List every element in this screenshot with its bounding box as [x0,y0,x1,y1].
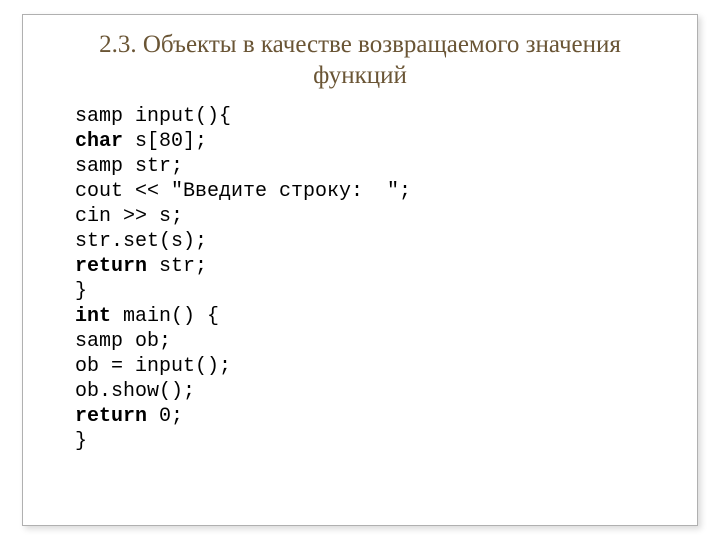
code-text: samp str; [75,155,183,178]
code-keyword: int [75,305,111,328]
code-text: } [75,430,87,453]
code-line: return 0; [75,404,667,429]
code-text: ob.show(); [75,380,195,403]
code-text: str.set(s); [75,230,207,253]
code-line: char s[80]; [75,129,667,154]
code-text: s[80]; [123,130,207,153]
code-text: main() { [111,305,219,328]
code-line: ob = input(); [75,354,667,379]
code-keyword: return [75,405,147,428]
code-line: ob.show(); [75,379,667,404]
code-text: samp input(){ [75,105,231,128]
code-line: samp str; [75,154,667,179]
code-text: cout << "Введите строку: "; [75,180,411,203]
code-line: samp ob; [75,329,667,354]
code-keyword: char [75,130,123,153]
slide-title: 2.3. Объекты в качестве возвращаемого зн… [53,29,667,92]
code-text: cin >> s; [75,205,183,228]
code-line: } [75,279,667,304]
code-text: } [75,280,87,303]
code-text: 0; [147,405,183,428]
code-keyword: return [75,255,147,278]
code-line: cout << "Введите строку: "; [75,179,667,204]
code-text: ob = input(); [75,355,231,378]
code-text: str; [147,255,207,278]
code-line: } [75,429,667,454]
code-line: cin >> s; [75,204,667,229]
code-line: samp input(){ [75,104,667,129]
code-line: return str; [75,254,667,279]
code-text: samp ob; [75,330,171,353]
code-line: int main() { [75,304,667,329]
code-line: str.set(s); [75,229,667,254]
slide-frame: 2.3. Объекты в качестве возвращаемого зн… [22,14,698,526]
code-block: samp input(){char s[80];samp str;cout <<… [53,104,667,454]
